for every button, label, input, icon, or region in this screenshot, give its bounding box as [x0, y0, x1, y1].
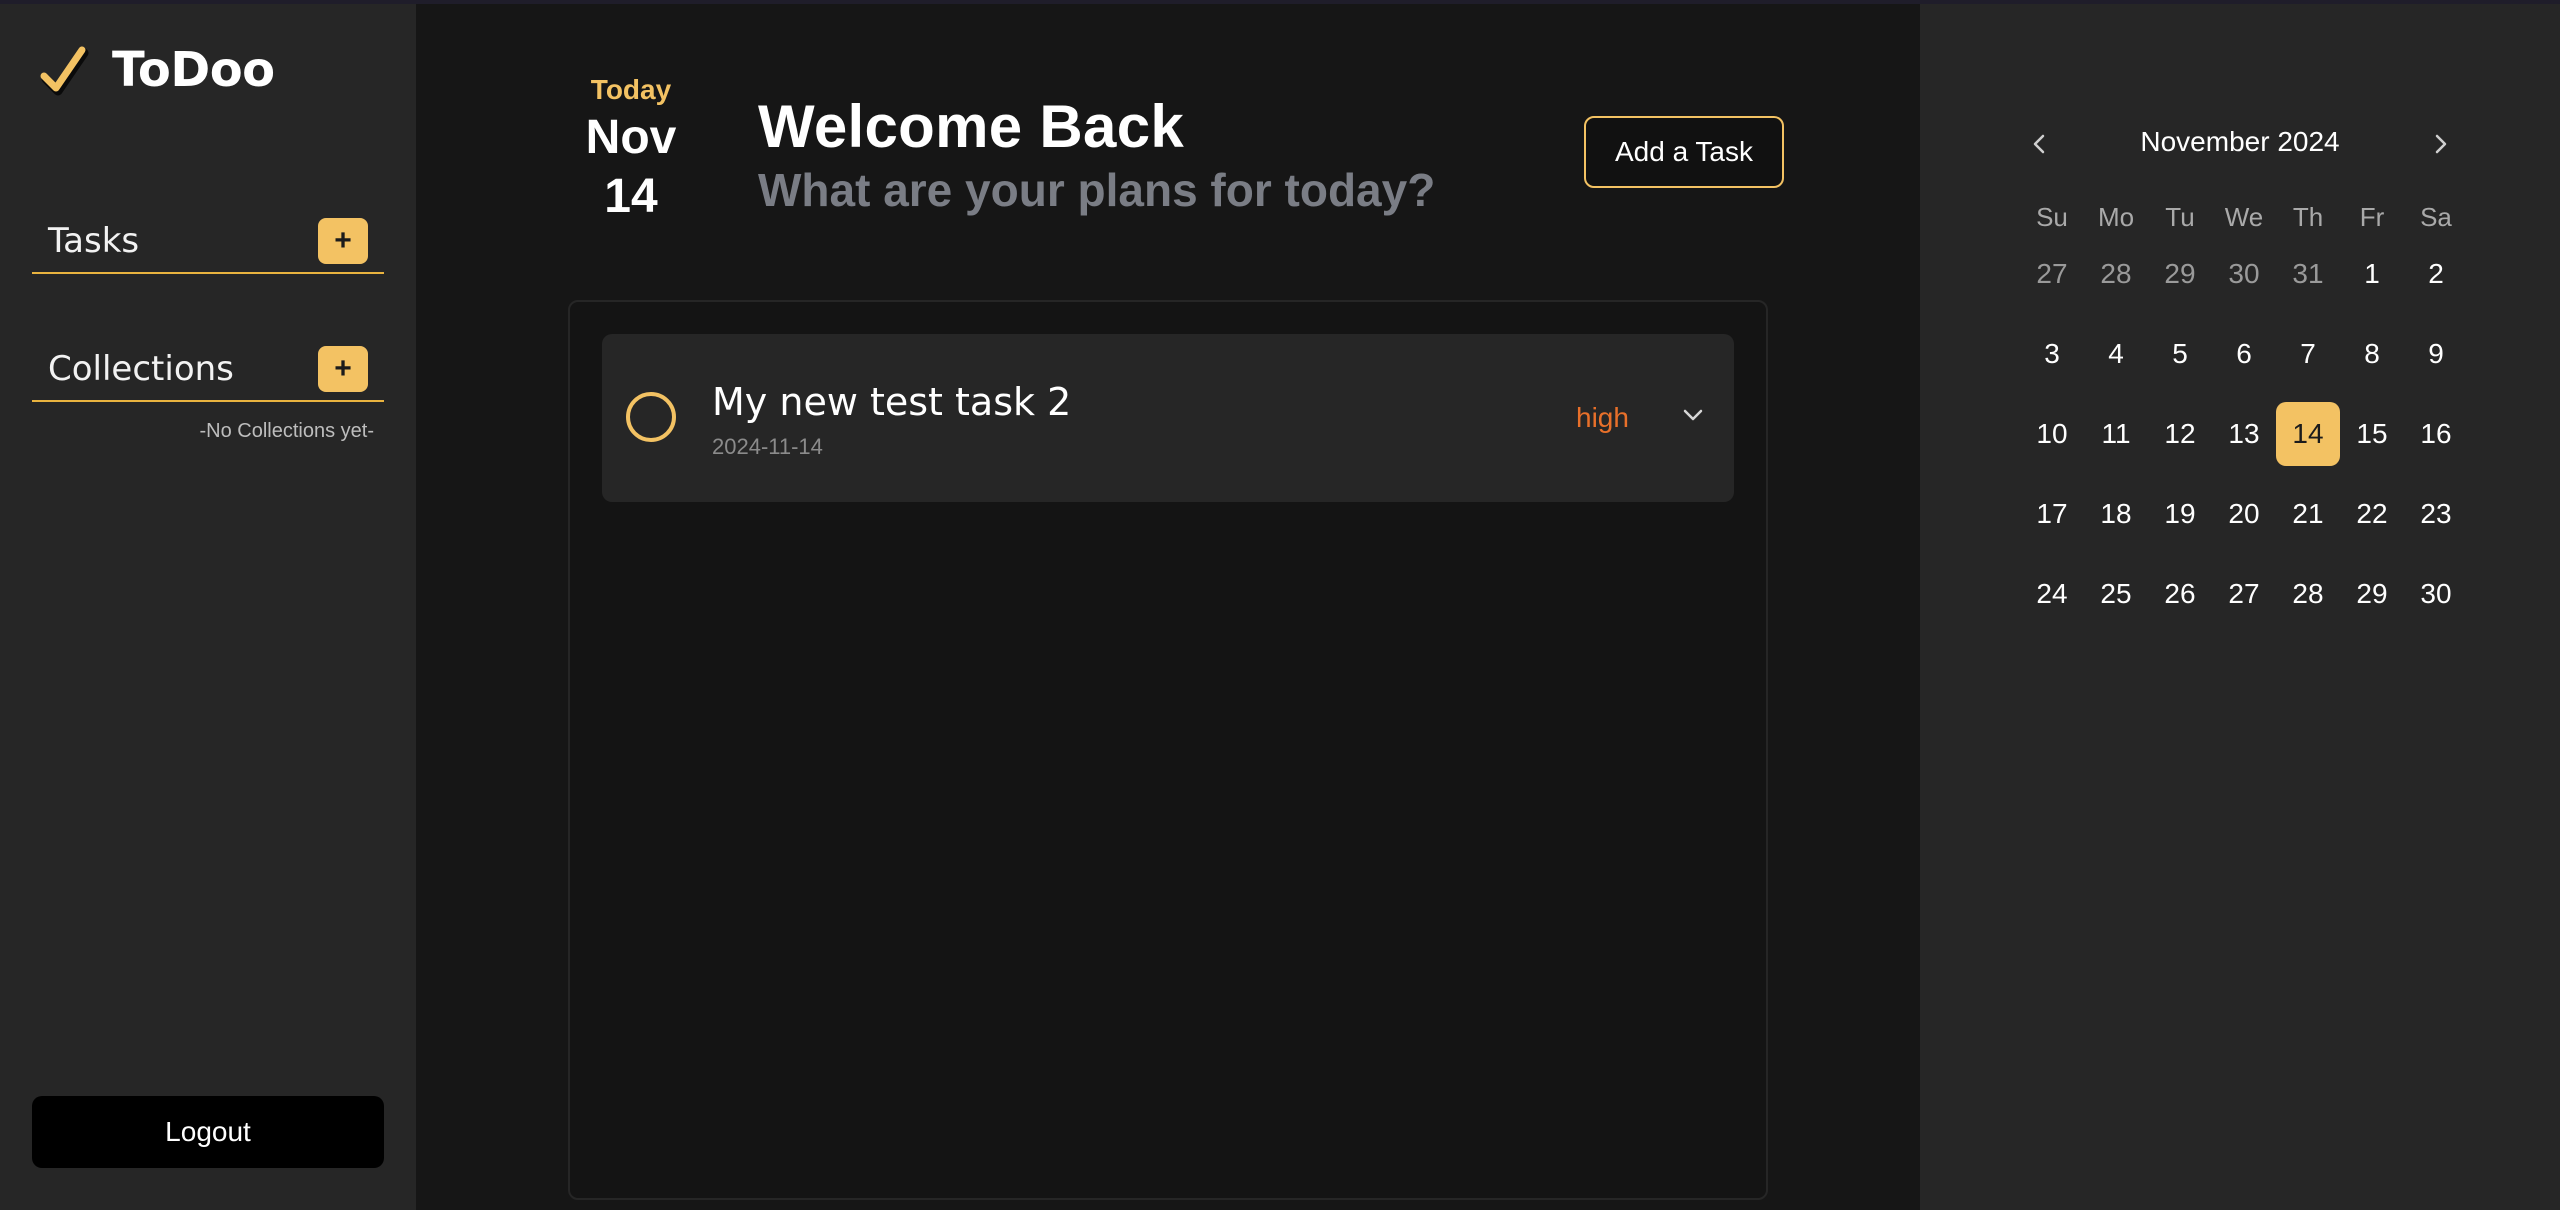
logout-button[interactable]: Logout [32, 1096, 384, 1168]
calendar-weekday: Mo [2097, 202, 2135, 232]
today-day: 14 [604, 170, 658, 223]
calendar-day[interactable]: 5 [2148, 322, 2212, 386]
calendar-weekday: Su [2036, 202, 2068, 232]
calendar-week-row: 24 25 26 27 28 29 30 [2020, 562, 2468, 642]
calendar-day[interactable]: 24 [2020, 562, 2084, 626]
calendar-weekday-row: Su Mo Tu We Th Fr Sa [2020, 192, 2468, 242]
calendar-day[interactable]: 22 [2340, 482, 2404, 546]
chevron-right-icon[interactable] [2420, 124, 2460, 164]
add-collection-plus-button[interactable]: + [318, 346, 368, 392]
calendar-day[interactable]: 29 [2340, 562, 2404, 626]
welcome-block: Welcome Back What are your plans for tod… [758, 92, 1435, 217]
welcome-title: Welcome Back [758, 93, 1185, 160]
calendar-panel: November 2024 Su Mo Tu We Th Fr Sa 27 28 29 30 31 1… [1920, 4, 2560, 1210]
calendar-day[interactable]: 23 [2404, 482, 2468, 546]
calendar-day[interactable]: 1 [2340, 242, 2404, 306]
calendar-day[interactable]: 29 [2148, 242, 2212, 306]
brand[interactable]: ToDoo [38, 40, 275, 100]
calendar-weekday: Tu [2165, 202, 2195, 232]
no-collections-text: -No Collections yet- [199, 420, 374, 442]
calendar-day[interactable]: 13 [2212, 402, 2276, 466]
app-root: ToDoo Tasks + Collections + -No Collecti… [0, 4, 2560, 1210]
calendar-day[interactable]: 26 [2148, 562, 2212, 626]
calendar-day[interactable]: 27 [2212, 562, 2276, 626]
calendar-day-selected[interactable]: 14 [2276, 402, 2340, 466]
chevron-left-icon[interactable] [2020, 124, 2060, 164]
sidebar-tasks-label: Tasks [48, 221, 140, 261]
calendar-day[interactable]: 19 [2148, 482, 2212, 546]
chevron-down-icon[interactable] [1678, 400, 1708, 430]
app-name: ToDoo [112, 42, 275, 98]
main-content: Today Nov 14 Welcome Back What are your … [416, 4, 1920, 1210]
calendar-week-row: 17 18 19 20 21 22 23 [2020, 482, 2468, 562]
task-date: 2024-11-14 [712, 434, 823, 459]
calendar-day[interactable]: 18 [2084, 482, 2148, 546]
calendar-day[interactable]: 25 [2084, 562, 2148, 626]
calendar-day[interactable]: 2 [2404, 242, 2468, 306]
calendar-weekday: Fr [2359, 202, 2385, 232]
calendar-day[interactable]: 10 [2020, 402, 2084, 466]
calendar-day[interactable]: 30 [2212, 242, 2276, 306]
calendar-week-row: 3456789 [2020, 322, 2468, 402]
task-list-panel: My new test task 2 2024-11-14 high [568, 300, 1768, 1200]
calendar-day[interactable]: 16 [2404, 402, 2468, 466]
today-month: Nov [585, 111, 677, 164]
today-date-block: Today Nov 14 [566, 74, 696, 224]
calendar-day[interactable]: 3 [2020, 322, 2084, 386]
calendar-month-title: November 2024 [2140, 126, 2340, 157]
task-card[interactable]: My new test task 2 2024-11-14 high [602, 334, 1734, 502]
task-priority: high [1576, 402, 1629, 433]
calendar-day[interactable]: 9 [2404, 322, 2468, 386]
calendar-day[interactable]: 30 [2404, 562, 2468, 626]
calendar-day[interactable]: 17 [2020, 482, 2084, 546]
calendar-day[interactable]: 12 [2148, 402, 2212, 466]
sidebar-item-tasks[interactable]: Tasks + [32, 210, 384, 274]
checkmark-icon [40, 46, 89, 96]
sidebar-item-collections[interactable]: Collections + [32, 338, 384, 402]
calendar-day[interactable]: 6 [2212, 322, 2276, 386]
task-complete-checkbox[interactable] [626, 392, 676, 442]
task-title: My new test task 2 [712, 380, 1072, 424]
today-label: Today [590, 74, 672, 105]
calendar-day[interactable]: 28 [2084, 242, 2148, 306]
calendar-grid: Su Mo Tu We Th Fr Sa 27 28 29 30 31 1 2 3 4 5 6 7 8 9 10 11 12… [2020, 192, 2468, 642]
calendar-day[interactable]: 11 [2084, 402, 2148, 466]
calendar-day[interactable]: 27 [2020, 242, 2084, 306]
calendar-day[interactable]: 8 [2340, 322, 2404, 386]
calendar-weekday: Th [2292, 202, 2324, 232]
calendar-week-row: 10 11 12 13 14 15 16 [2020, 402, 2468, 482]
welcome-subtitle: What are your plans for today? [758, 164, 1436, 216]
sidebar-collections-label: Collections [48, 349, 234, 389]
add-task-plus-button[interactable]: + [318, 218, 368, 264]
add-a-task-button[interactable]: Add a Task [1584, 116, 1784, 188]
calendar-day[interactable]: 20 [2212, 482, 2276, 546]
calendar-day[interactable]: 15 [2340, 402, 2404, 466]
calendar-weekday: We [2224, 202, 2264, 232]
calendar-day[interactable]: 21 [2276, 482, 2340, 546]
calendar-week-row: 27 28 29 30 31 1 2 [2020, 242, 2468, 322]
calendar-weekday: Sa [2420, 202, 2452, 232]
calendar-day[interactable]: 4 [2084, 322, 2148, 386]
calendar-header: November 2024 [2020, 120, 2460, 168]
calendar-day[interactable]: 7 [2276, 322, 2340, 386]
sidebar: ToDoo Tasks + Collections + -No Collecti… [0, 4, 416, 1210]
calendar-day[interactable]: 31 [2276, 242, 2340, 306]
calendar-day[interactable]: 28 [2276, 562, 2340, 626]
